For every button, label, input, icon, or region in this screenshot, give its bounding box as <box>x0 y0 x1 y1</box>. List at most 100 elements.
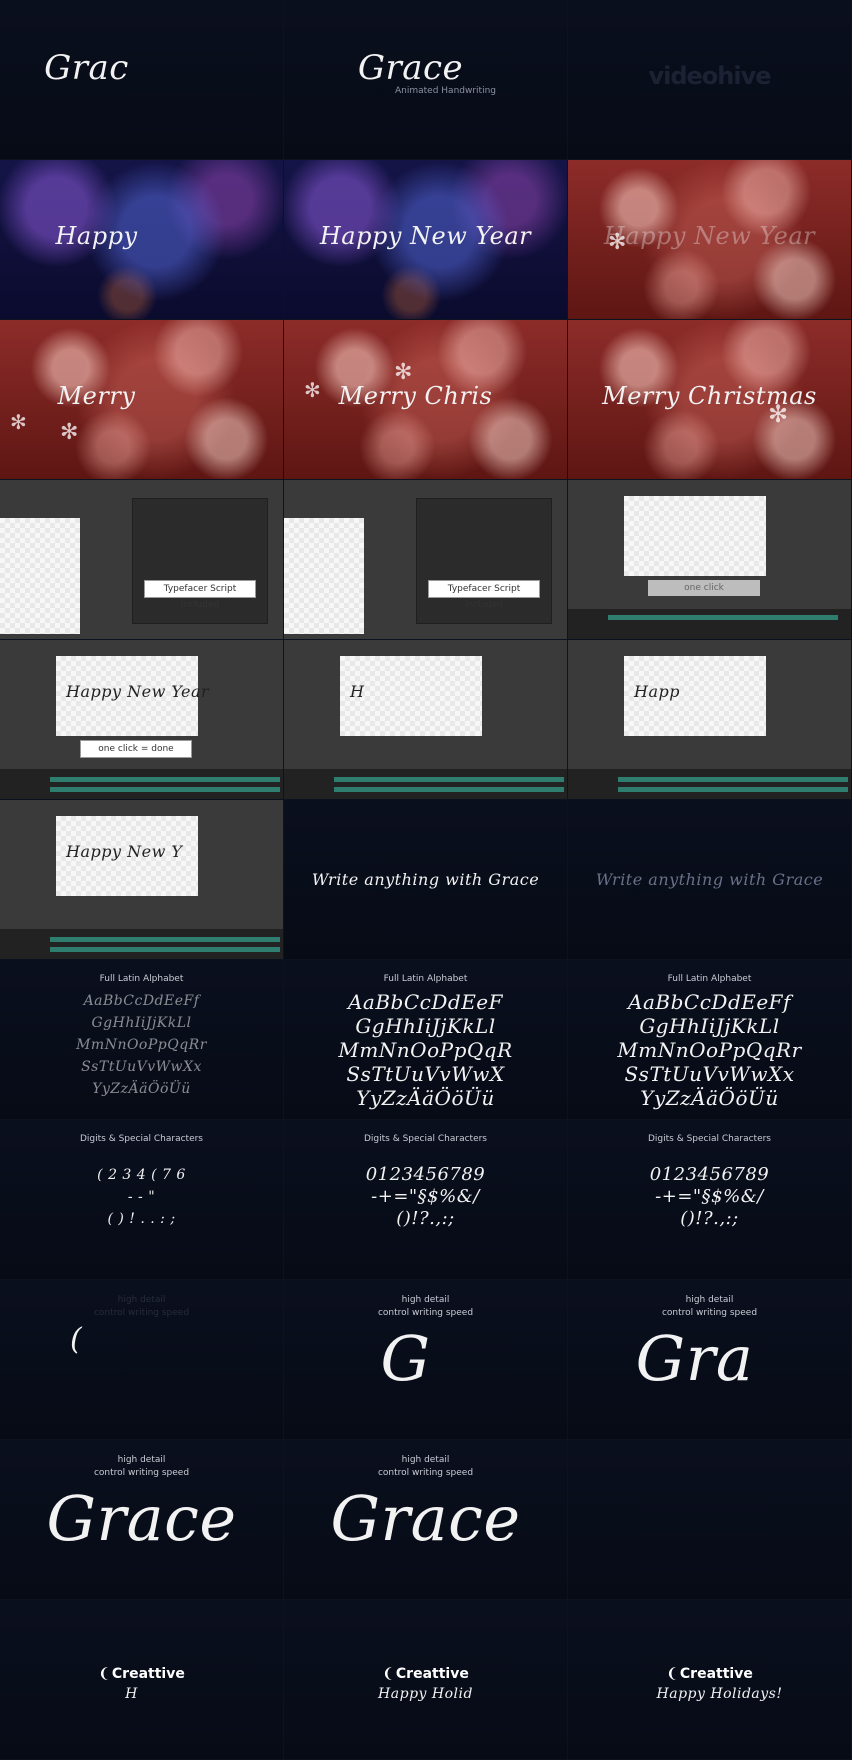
digits: 0123456789 -+="§$%&/ ()!?.,:; <box>568 1164 851 1230</box>
frame-ae-7: Happy New Y <box>0 800 284 960</box>
caption: high detail control writing speed <box>0 1454 283 1480</box>
caption: high detail control writing speed <box>284 1294 567 1320</box>
frame-detail-1: high detail control writing speed ( <box>0 1280 284 1440</box>
script-text: H <box>125 1686 138 1702</box>
alphabet-line: MmNnOoPpQqRr <box>617 1038 802 1062</box>
script-text: Write anything with Grace <box>311 870 540 889</box>
timeline-panel <box>0 769 283 799</box>
timeline-track <box>608 615 838 620</box>
digits-line: ( ) ! . . : ; <box>107 1211 176 1227</box>
frame-intro-1: Grac <box>0 0 284 160</box>
alphabet-line: MmNnOoPpQqR <box>338 1038 513 1062</box>
subtitle: Animated Handwriting <box>395 86 496 96</box>
comp-canvas <box>284 518 364 634</box>
digits: 0123456789 -+="§$%&/ ()!?.,:; <box>284 1164 567 1230</box>
alphabet: AaBbCcDdEeFf GgHhIiJjKkLl MmNnOoPpQqRr S… <box>568 990 851 1110</box>
script-text: Grace <box>46 1482 237 1555</box>
one-click-button[interactable]: one click <box>648 580 760 596</box>
script-text: Happy Holidays! <box>656 1686 783 1702</box>
script-title: Grace <box>357 48 464 88</box>
digits-line: - - " <box>127 1189 156 1205</box>
feature-badge: one click = done <box>80 740 192 758</box>
alphabet-line: YyZzÄäÖöÜü <box>356 1086 495 1110</box>
timeline-track <box>50 787 280 792</box>
frame-outro-3: ❨ Creattive Happy Holidays! <box>568 1600 852 1760</box>
alphabet-line: AaBbCcDdEeF <box>347 990 504 1014</box>
alphabet-line: SsTtUuVvWwXx <box>81 1059 202 1075</box>
frame-bokeh-1: ✻ Happy New Year <box>568 160 852 320</box>
caption-line: high detail <box>117 1295 166 1305</box>
timeline-track <box>334 787 564 792</box>
caption: high detail control writing speed <box>568 1294 851 1320</box>
script-text: Happy New Year <box>603 222 816 250</box>
caption-line: control writing speed <box>93 1468 190 1478</box>
timeline-panel <box>568 609 851 639</box>
comp-canvas <box>0 518 80 634</box>
frame-bokeh-3: ✻ ✻ Merry Chris <box>284 320 568 480</box>
frame-detail-2: high detail control writing speed G <box>284 1280 568 1440</box>
caption: Full Latin Alphabet <box>383 974 468 984</box>
caption-line: high detail <box>401 1455 450 1465</box>
timeline-track <box>618 777 848 782</box>
frame-detail-5: high detail control writing speed Grace <box>284 1440 568 1600</box>
brand-name: Creattive <box>679 1666 753 1682</box>
script-text: Grace <box>330 1482 521 1555</box>
frame-digits-1: Digits & Special Characters ( 2 3 4 ( 7 … <box>0 1120 284 1280</box>
feature-badge: Typefacer Script included <box>144 580 256 610</box>
canvas-text: Happy New Y <box>66 842 183 861</box>
alphabet-line: GgHhIiJjKkLl <box>355 1014 496 1038</box>
frame-outro-1: ❨ Creattive H <box>0 1600 284 1760</box>
alphabet-line: YyZzÄäÖöÜü <box>92 1081 191 1097</box>
digits-line: ()!?.,:; <box>680 1208 739 1229</box>
frame-empty <box>568 1440 852 1600</box>
caption-line: high detail <box>401 1295 450 1305</box>
digits-line: ( 2 3 4 ( 7 6 <box>97 1167 186 1183</box>
frame-detail-3: high detail control writing speed Gra <box>568 1280 852 1440</box>
alphabet-line: GgHhIiJjKkLl <box>91 1015 192 1031</box>
brand-swoosh-icon: ❨ <box>666 1666 678 1682</box>
timeline-track <box>50 777 280 782</box>
frame-intro-3: videohive <box>568 0 852 160</box>
timeline-panel <box>284 769 567 799</box>
frame-write-1: Write anything with Grace <box>284 800 568 960</box>
frame-fireworks-2: Happy New Year <box>284 160 568 320</box>
script-text: Merry Christmas <box>602 382 817 410</box>
brand-swoosh-icon: ❨ <box>382 1666 394 1682</box>
frame-ae-3: one click <box>568 480 852 640</box>
watermark: videohive <box>648 62 771 90</box>
canvas-text: Happ <box>634 682 680 701</box>
alphabet-line: SsTtUuVvWwXx <box>624 1062 795 1086</box>
frame-detail-4: high detail control writing speed Grace <box>0 1440 284 1600</box>
alphabet-line: AaBbCcDdEeFf <box>628 990 791 1014</box>
alphabet-line: SsTtUuVvWwX <box>346 1062 505 1086</box>
comp-canvas <box>624 496 766 576</box>
frame-ae-2: Typefacer Script included <box>284 480 568 640</box>
script-text: Merry <box>57 382 136 410</box>
frame-bokeh-4: ✻ Merry Christmas <box>568 320 852 480</box>
frame-write-2: Write anything with Grace <box>568 800 852 960</box>
caption: Full Latin Alphabet <box>667 974 752 984</box>
alphabet-line: MmNnOoPpQqRr <box>76 1037 207 1053</box>
frame-ae-6: Happ <box>568 640 852 800</box>
caption: Digits & Special Characters <box>363 1134 487 1144</box>
frame-digits-2: Digits & Special Characters 0123456789 -… <box>284 1120 568 1280</box>
digits-line: 0123456789 <box>649 1164 770 1185</box>
brand-logo: ❨ Creattive <box>284 1666 567 1682</box>
frame-digits-3: Digits & Special Characters 0123456789 -… <box>568 1120 852 1280</box>
script-text: Happy <box>55 222 138 250</box>
frame-ae-5: H <box>284 640 568 800</box>
caption: high detail control writing speed <box>284 1454 567 1480</box>
caption: Digits & Special Characters <box>647 1134 771 1144</box>
script-text: Happy Holid <box>378 1686 473 1702</box>
alphabet-line: GgHhIiJjKkLl <box>639 1014 780 1038</box>
brand-name: Creattive <box>395 1666 469 1682</box>
timeline-track <box>334 777 564 782</box>
timeline-panel <box>568 769 851 799</box>
caption-line: control writing speed <box>377 1468 474 1478</box>
snowflake-icon: ✻ <box>10 410 27 434</box>
script-text: Write anything with Grace <box>595 870 824 889</box>
brand-logo: ❨ Creattive <box>0 1666 283 1682</box>
alphabet-line: AaBbCcDdEeFf <box>83 993 200 1009</box>
frame-alphabet-1: Full Latin Alphabet AaBbCcDdEeFf GgHhIiJ… <box>0 960 284 1120</box>
caption-line: control writing speed <box>93 1308 190 1318</box>
